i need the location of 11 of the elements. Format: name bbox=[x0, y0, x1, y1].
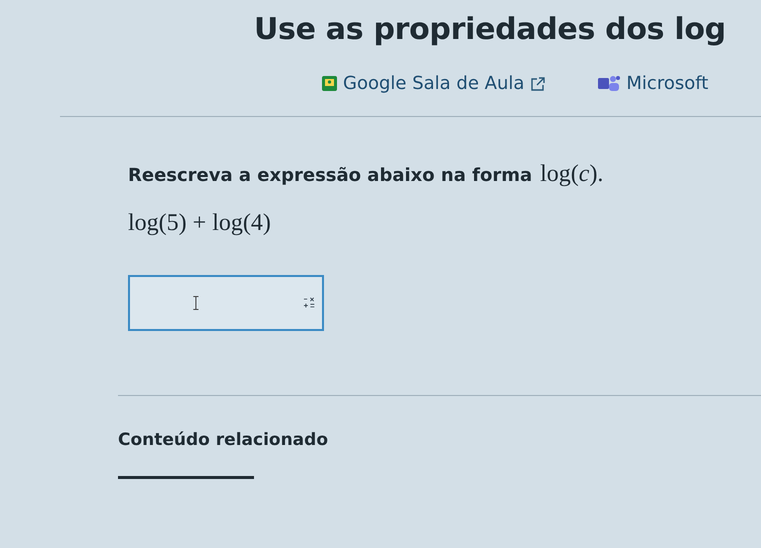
math-expression: log(5) + log(4) bbox=[128, 210, 272, 237]
share-link[interactable]: Google Sala de Aula bbox=[322, 73, 546, 94]
share-link[interactable]: Microsoft bbox=[598, 73, 708, 94]
section-heading: Conteúdo relacionado bbox=[118, 430, 330, 450]
question-prompt: Reescreva a expressão abaixo na forma bbox=[128, 165, 532, 186]
people-icon bbox=[598, 75, 620, 92]
exercise-title: Use as propriedades dos log bbox=[254, 12, 727, 47]
external-link-icon bbox=[530, 76, 546, 92]
board-icon bbox=[322, 76, 337, 91]
answer-field[interactable] bbox=[128, 275, 324, 331]
math-expression: log(c). bbox=[540, 161, 604, 188]
